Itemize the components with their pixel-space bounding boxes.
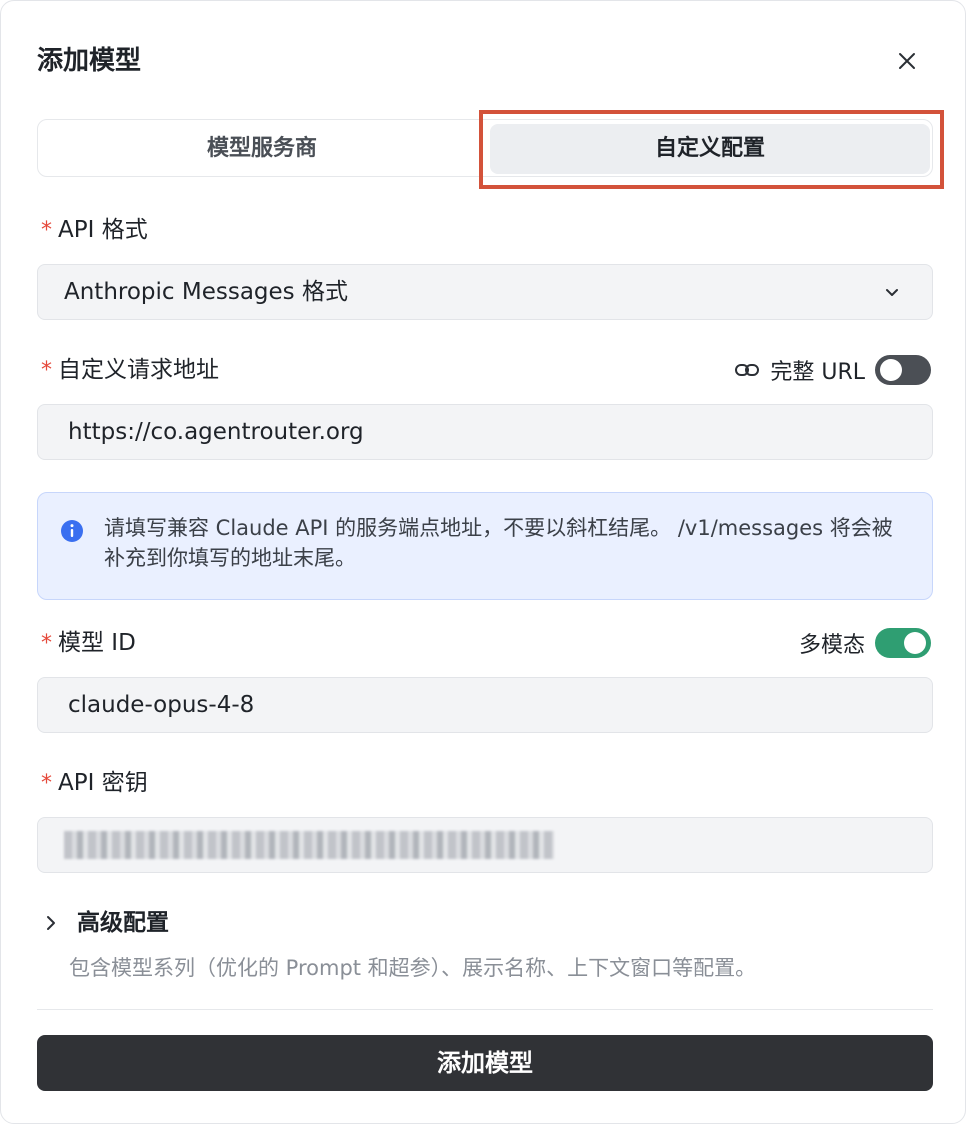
required-mark: * xyxy=(41,358,52,383)
api-format-label: * API 格式 xyxy=(41,214,148,247)
full-url-label: 完整 URL xyxy=(770,360,865,385)
required-mark: * xyxy=(41,631,52,656)
link-icon xyxy=(735,364,760,376)
chevron-down-icon xyxy=(886,289,898,296)
endpoint-label: * 自定义请求地址 xyxy=(41,354,219,387)
model-id-value: claude-opus-4-8 xyxy=(68,692,255,718)
model-id-label-text: 模型 ID xyxy=(58,630,136,656)
multimodal-toggle[interactable] xyxy=(875,628,931,658)
toggle-knob xyxy=(904,632,926,654)
model-id-input[interactable]: claude-opus-4-8 xyxy=(37,677,933,733)
required-mark: * xyxy=(41,771,52,796)
api-format-label-text: API 格式 xyxy=(58,217,148,243)
endpoint-value: https://co.agentrouter.org xyxy=(68,419,364,445)
close-icon xyxy=(899,53,915,69)
advanced-config-toggle[interactable]: 高级配置 xyxy=(41,906,169,940)
redacted-api-key xyxy=(64,831,554,859)
endpoint-input[interactable]: https://co.agentrouter.org xyxy=(37,404,933,460)
add-model-dialog: 添加模型 模型服务商 自定义配置 * API 格式 Anthropic Messa… xyxy=(0,0,966,1124)
api-key-label: * API 密钥 xyxy=(41,767,148,800)
api-format-value: Anthropic Messages 格式 xyxy=(64,279,348,305)
model-id-label: * 模型 ID xyxy=(41,627,136,660)
endpoint-info-alert: 请填写兼容 Claude API 的服务端点地址，不要以斜杠结尾。 /v1/me… xyxy=(37,492,933,600)
endpoint-label-text: 自定义请求地址 xyxy=(58,357,219,383)
full-url-control: 完整 URL xyxy=(734,354,931,386)
dialog-title: 添加模型 xyxy=(37,46,142,76)
divider xyxy=(37,1009,933,1010)
api-format-select[interactable]: Anthropic Messages 格式 xyxy=(37,264,933,320)
required-mark: * xyxy=(41,218,52,243)
tab-model-provider[interactable]: 模型服务商 xyxy=(42,124,482,174)
close-button[interactable] xyxy=(889,43,925,79)
multimodal-control: 多模态 xyxy=(799,627,931,659)
tab-custom-config[interactable]: 自定义配置 xyxy=(490,124,930,174)
info-icon xyxy=(61,520,83,542)
api-key-input[interactable] xyxy=(37,817,933,873)
toggle-knob xyxy=(880,359,902,381)
multimodal-label: 多模态 xyxy=(798,633,865,658)
info-text: 请填写兼容 Claude API 的服务端点地址，不要以斜杠结尾。 /v1/me… xyxy=(104,516,893,570)
api-key-label-text: API 密钥 xyxy=(58,770,148,796)
advanced-config-title: 高级配置 xyxy=(77,910,169,936)
advanced-config-description: 包含模型系列（优化的 Prompt 和超参）、展示名称、上下文窗口等配置。 xyxy=(69,956,757,980)
add-model-button[interactable]: 添加模型 xyxy=(37,1035,933,1091)
chevron-right-icon xyxy=(47,916,55,930)
config-mode-tabs: 模型服务商 自定义配置 xyxy=(37,119,933,177)
full-url-toggle[interactable] xyxy=(875,355,931,385)
